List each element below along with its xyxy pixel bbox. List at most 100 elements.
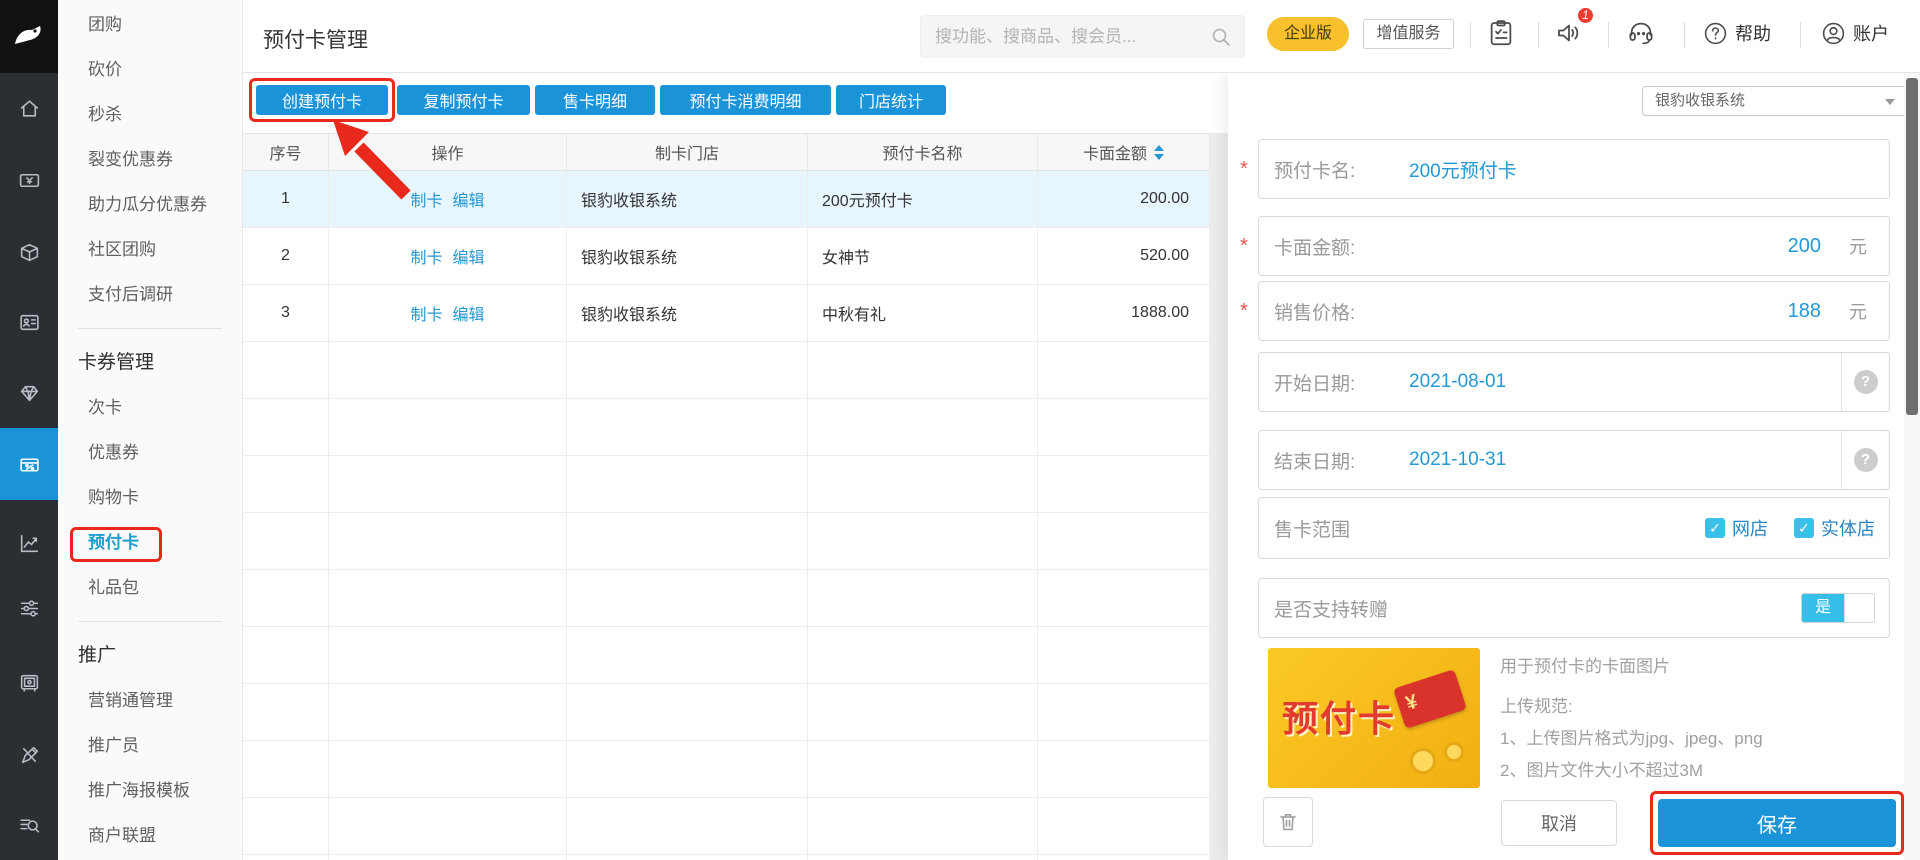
page-scrollbar-thumb[interactable] [1906,78,1918,415]
table-row[interactable]: 1 制卡 编辑 银豹收银系统 200元预付卡 200.00 [243,171,1210,228]
copy-prepaid-card-button[interactable]: 复制预付卡 [397,85,530,115]
save-button[interactable]: 保存 [1658,799,1896,847]
headset-support-icon[interactable] [1626,18,1656,48]
table-scrollbar-track[interactable] [1210,133,1228,860]
sidebar-item-coupon[interactable]: 优惠券 [58,430,242,475]
search-list-icon[interactable] [0,803,58,847]
help-link[interactable]: 帮助 [1702,18,1771,48]
clipboard-icon[interactable] [1486,18,1516,48]
sidebar-item-fission-coupon[interactable]: 裂变优惠券 [58,137,242,182]
sidebar-item-bargain[interactable]: 砍价 [58,47,242,92]
id-card-icon[interactable] [0,300,58,344]
checkbox-checked-icon[interactable] [1794,518,1814,538]
search-input[interactable] [935,16,1195,57]
empty-table-row [243,399,1210,456]
gem-icon[interactable] [0,371,58,415]
edit-link[interactable]: 编辑 [453,244,485,268]
money-icon[interactable] [0,158,58,202]
consumption-detail-button[interactable]: 预付卡消费明细 [660,85,831,115]
transfer-toggle-switch[interactable]: 是 [1801,593,1875,623]
search-icon[interactable] [1210,26,1232,48]
app-logo[interactable] [0,0,58,73]
sidebar-item-promoter[interactable]: 推广员 [58,723,242,768]
cell-actions: 制卡 编辑 [329,285,567,341]
upload-spec-line2: 2、图片文件大小不超过3M [1500,756,1703,781]
chart-icon[interactable] [0,521,58,565]
sidebar-divider [78,328,222,329]
start-date-help-icon[interactable] [1841,353,1889,411]
empty-table-row [243,570,1210,627]
make-card-link[interactable]: 制卡 [410,301,442,325]
prepaid-card-management-page: 团购 砍价 秒杀 裂变优惠券 助力瓜分优惠券 社区团购 支付后调研 卡券管理 次… [0,0,1920,860]
package-icon[interactable] [0,230,58,274]
card-sale-detail-button[interactable]: 售卡明细 [535,85,655,115]
sidebar-item-marketing-manager[interactable]: 营销通管理 [58,678,242,723]
cancel-button[interactable]: 取消 [1501,800,1617,846]
create-prepaid-card-button[interactable]: 创建预付卡 [256,85,388,115]
start-date-field[interactable]: 开始日期: 2021-08-01 [1258,352,1890,412]
sidebar-item-prepaid-card[interactable]: 预付卡 [58,520,242,565]
cell-actions: 制卡 编辑 [329,228,567,284]
face-amount-field[interactable]: 卡面金额: 200 元 [1258,216,1890,276]
make-card-link[interactable]: 制卡 [410,187,442,211]
cell-store: 银豹收银系统 [567,171,808,227]
safe-icon[interactable] [0,660,58,704]
physical-store-checkbox-item[interactable]: 实体店 [1794,515,1875,541]
coupon-icon-active[interactable] [0,428,58,500]
online-store-checkbox-item[interactable]: 网店 [1705,515,1768,541]
home-icon[interactable] [0,86,58,130]
end-date-field[interactable]: 结束日期: 2021-10-31 [1258,430,1890,490]
end-date-value: 2021-10-31 [1409,449,1506,471]
sort-arrows-icon[interactable] [1154,145,1164,160]
sidebar-item-post-pay-survey[interactable]: 支付后调研 [58,272,242,317]
sidebar-header-promotion: 推广 [58,633,242,678]
table-row[interactable]: 2 制卡 编辑 银豹收银系统 女神节 520.00 [243,228,1210,285]
face-amount-label: 卡面金额: [1259,233,1409,260]
sidebar-item-flash-sale[interactable]: 秒杀 [58,92,242,137]
empty-table-row [243,741,1210,798]
make-card-link[interactable]: 制卡 [410,244,442,268]
sidebar-item-merchant-alliance[interactable]: 商户联盟 [58,813,242,858]
sidebar-item-assist-coupon[interactable]: 助力瓜分优惠券 [58,182,242,227]
col-header-amount-label: 卡面金额 [1083,140,1147,164]
sidebar-item-punch-card[interactable]: 次卡 [58,385,242,430]
sidebar-item-shopping-card[interactable]: 购物卡 [58,475,242,520]
empty-table-row [243,798,1210,855]
col-header-amount[interactable]: 卡面金额 [1038,134,1210,170]
edit-link[interactable]: 编辑 [453,301,485,325]
sliders-icon[interactable] [0,586,58,630]
required-asterisk [1240,300,1254,323]
global-search [920,15,1245,58]
sale-price-field[interactable]: 销售价格: 188 元 [1258,281,1890,341]
checkbox-checked-icon[interactable] [1705,518,1725,538]
end-date-help-icon[interactable] [1841,431,1889,489]
plan-badge[interactable]: 企业版 [1267,17,1349,51]
account-label: 账户 [1853,20,1889,46]
sidebar-header-card-management: 卡券管理 [58,340,242,385]
cell-store: 银豹收银系统 [567,285,808,341]
store-select-dropdown[interactable]: 银豹收银系统 [1642,86,1906,116]
card-face-image-upload[interactable]: 预付卡 [1268,648,1480,788]
col-header-card-name: 预付卡名称 [808,134,1038,170]
card-name-field[interactable]: 预付卡名: 200元预付卡 [1258,139,1890,199]
empty-table-row [243,513,1210,570]
sale-price-unit: 元 [1849,298,1867,324]
account-link[interactable]: 账户 [1820,18,1889,48]
store-statistics-button[interactable]: 门店统计 [836,85,946,115]
sidebar-item-gift-pack[interactable]: 礼品包 [58,565,242,610]
delete-button[interactable] [1263,797,1313,847]
sidebar-item-group-buy[interactable]: 团购 [58,2,242,47]
sidebar-item-community-group-buy[interactable]: 社区团购 [58,227,242,272]
card-image-text: 预付卡 [1282,690,1396,742]
value-added-services-button[interactable]: 增值服务 [1363,19,1454,49]
sale-price-value: 188 [1788,300,1843,323]
edit-pencils-icon[interactable] [0,733,58,777]
table-row[interactable]: 3 制卡 编辑 银豹收银系统 中秋有礼 1888.00 [243,285,1210,342]
col-header-seq: 序号 [243,134,329,170]
edit-link[interactable]: 编辑 [453,187,485,211]
trash-icon [1276,810,1300,834]
card-name-label: 预付卡名: [1259,156,1409,183]
help-label: 帮助 [1735,20,1771,46]
col-header-actions: 操作 [329,134,567,170]
sidebar-item-poster-template[interactable]: 推广海报模板 [58,768,242,813]
